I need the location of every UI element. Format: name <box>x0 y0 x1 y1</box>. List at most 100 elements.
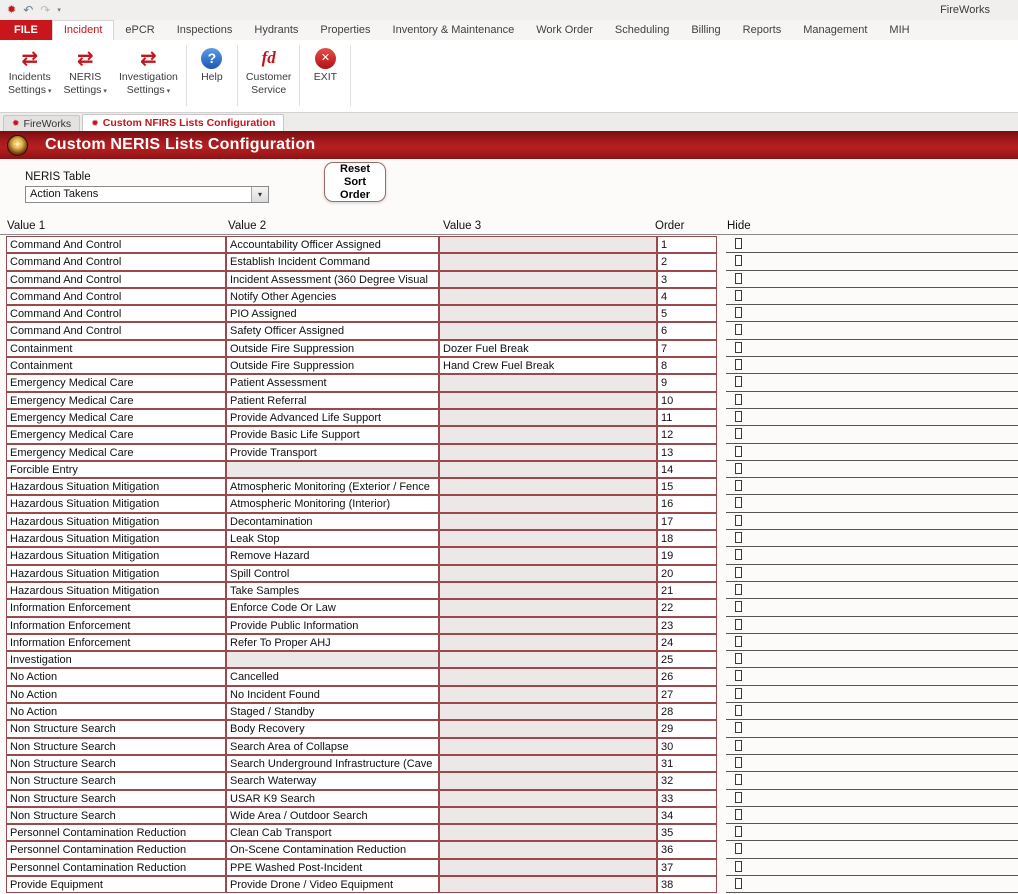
value3-cell[interactable] <box>439 824 657 841</box>
value2-cell[interactable]: PIO Assigned <box>226 305 439 322</box>
hide-checkbox[interactable] <box>735 670 742 681</box>
hide-checkbox[interactable] <box>735 324 742 335</box>
order-cell[interactable]: 28 <box>657 703 717 720</box>
value1-cell[interactable]: Investigation <box>6 651 226 668</box>
value2-cell[interactable]: Incident Assessment (360 Degree Visual <box>226 271 439 288</box>
order-cell[interactable]: 19 <box>657 547 717 564</box>
value2-cell[interactable]: Provide Advanced Life Support <box>226 409 439 426</box>
value2-cell[interactable]: Body Recovery <box>226 720 439 737</box>
value1-cell[interactable]: No Action <box>6 703 226 720</box>
hide-checkbox[interactable] <box>735 809 742 820</box>
value2-cell[interactable]: Take Samples <box>226 582 439 599</box>
neris-table-select[interactable]: Action Takens ▾ <box>25 186 269 203</box>
hide-checkbox[interactable] <box>735 238 742 249</box>
value3-cell[interactable] <box>439 392 657 409</box>
value1-cell[interactable]: Non Structure Search <box>6 807 226 824</box>
order-cell[interactable]: 35 <box>657 824 717 841</box>
value3-cell[interactable] <box>439 582 657 599</box>
value1-cell[interactable]: Non Structure Search <box>6 790 226 807</box>
order-cell[interactable]: 34 <box>657 807 717 824</box>
hide-checkbox[interactable] <box>735 636 742 647</box>
value1-cell[interactable]: Containment <box>6 357 226 374</box>
value1-cell[interactable]: Provide Equipment <box>6 876 226 893</box>
doc-tab-fireworks[interactable]: ✹ FireWorks <box>3 115 80 131</box>
value1-cell[interactable]: Non Structure Search <box>6 720 226 737</box>
value1-cell[interactable]: Command And Control <box>6 288 226 305</box>
value3-cell[interactable] <box>439 720 657 737</box>
value1-cell[interactable]: Emergency Medical Care <box>6 374 226 391</box>
value1-cell[interactable]: Forcible Entry <box>6 461 226 478</box>
order-cell[interactable]: 33 <box>657 790 717 807</box>
ribbon-tab-scheduling[interactable]: Scheduling <box>604 20 680 40</box>
hide-checkbox[interactable] <box>735 463 742 474</box>
value2-cell[interactable]: Remove Hazard <box>226 547 439 564</box>
customer-service-button[interactable]: fd Customer Service <box>240 43 298 112</box>
value3-cell[interactable] <box>439 495 657 512</box>
value2-cell[interactable]: No Incident Found <box>226 686 439 703</box>
value3-cell[interactable] <box>439 271 657 288</box>
hide-checkbox[interactable] <box>735 584 742 595</box>
hide-checkbox[interactable] <box>735 255 742 266</box>
value3-cell[interactable] <box>439 859 657 876</box>
value2-cell[interactable]: USAR K9 Search <box>226 790 439 807</box>
hide-checkbox[interactable] <box>735 619 742 630</box>
hide-checkbox[interactable] <box>735 497 742 508</box>
value1-cell[interactable]: Emergency Medical Care <box>6 444 226 461</box>
hide-checkbox[interactable] <box>735 532 742 543</box>
hide-checkbox[interactable] <box>735 273 742 284</box>
value3-cell[interactable] <box>439 790 657 807</box>
value1-cell[interactable]: Hazardous Situation Mitigation <box>6 478 226 495</box>
value2-cell[interactable]: PPE Washed Post-Incident <box>226 859 439 876</box>
value3-cell[interactable] <box>439 322 657 339</box>
order-cell[interactable]: 8 <box>657 357 717 374</box>
order-cell[interactable]: 21 <box>657 582 717 599</box>
value3-cell[interactable] <box>439 668 657 685</box>
ribbon-tab-inspections[interactable]: Inspections <box>166 20 244 40</box>
value2-cell[interactable]: Spill Control <box>226 565 439 582</box>
value1-cell[interactable]: Personnel Contamination Reduction <box>6 841 226 858</box>
order-cell[interactable]: 2 <box>657 253 717 270</box>
order-cell[interactable]: 38 <box>657 876 717 893</box>
value1-cell[interactable]: Emergency Medical Care <box>6 426 226 443</box>
value1-cell[interactable]: Command And Control <box>6 322 226 339</box>
hide-checkbox[interactable] <box>735 549 742 560</box>
value3-cell[interactable]: Hand Crew Fuel Break <box>439 357 657 374</box>
hide-checkbox[interactable] <box>735 394 742 405</box>
value2-cell[interactable]: Accountability Officer Assigned <box>226 236 439 253</box>
order-cell[interactable]: 32 <box>657 772 717 789</box>
value1-cell[interactable]: No Action <box>6 686 226 703</box>
value2-cell[interactable]: Refer To Proper AHJ <box>226 634 439 651</box>
hide-checkbox[interactable] <box>735 878 742 889</box>
undo-icon[interactable]: ↶ <box>23 0 33 20</box>
value2-cell[interactable]: Provide Public Information <box>226 617 439 634</box>
value2-cell[interactable]: Staged / Standby <box>226 703 439 720</box>
hide-checkbox[interactable] <box>735 653 742 664</box>
ribbon-tab-billing[interactable]: Billing <box>680 20 731 40</box>
value3-cell[interactable] <box>439 703 657 720</box>
value2-cell[interactable]: Provide Transport <box>226 444 439 461</box>
value3-cell[interactable] <box>439 634 657 651</box>
value1-cell[interactable]: Hazardous Situation Mitigation <box>6 547 226 564</box>
order-cell[interactable]: 37 <box>657 859 717 876</box>
help-button[interactable]: ? Help <box>189 43 235 112</box>
order-cell[interactable]: 23 <box>657 617 717 634</box>
hide-checkbox[interactable] <box>735 307 742 318</box>
order-cell[interactable]: 9 <box>657 374 717 391</box>
reset-sort-order-button[interactable]: Reset Sort Order <box>324 162 386 202</box>
order-cell[interactable]: 3 <box>657 271 717 288</box>
value1-cell[interactable]: Emergency Medical Care <box>6 392 226 409</box>
value1-cell[interactable]: Command And Control <box>6 253 226 270</box>
value3-cell[interactable] <box>439 686 657 703</box>
hide-checkbox[interactable] <box>735 826 742 837</box>
value1-cell[interactable]: No Action <box>6 668 226 685</box>
value1-cell[interactable]: Command And Control <box>6 305 226 322</box>
value1-cell[interactable]: Non Structure Search <box>6 755 226 772</box>
value2-cell[interactable]: On-Scene Contamination Reduction <box>226 841 439 858</box>
hide-checkbox[interactable] <box>735 376 742 387</box>
value3-cell[interactable] <box>439 876 657 893</box>
value1-cell[interactable]: Hazardous Situation Mitigation <box>6 582 226 599</box>
value3-cell[interactable] <box>439 305 657 322</box>
exit-button[interactable]: ✕ EXIT <box>302 43 348 112</box>
value1-cell[interactable]: Information Enforcement <box>6 599 226 616</box>
order-cell[interactable]: 11 <box>657 409 717 426</box>
